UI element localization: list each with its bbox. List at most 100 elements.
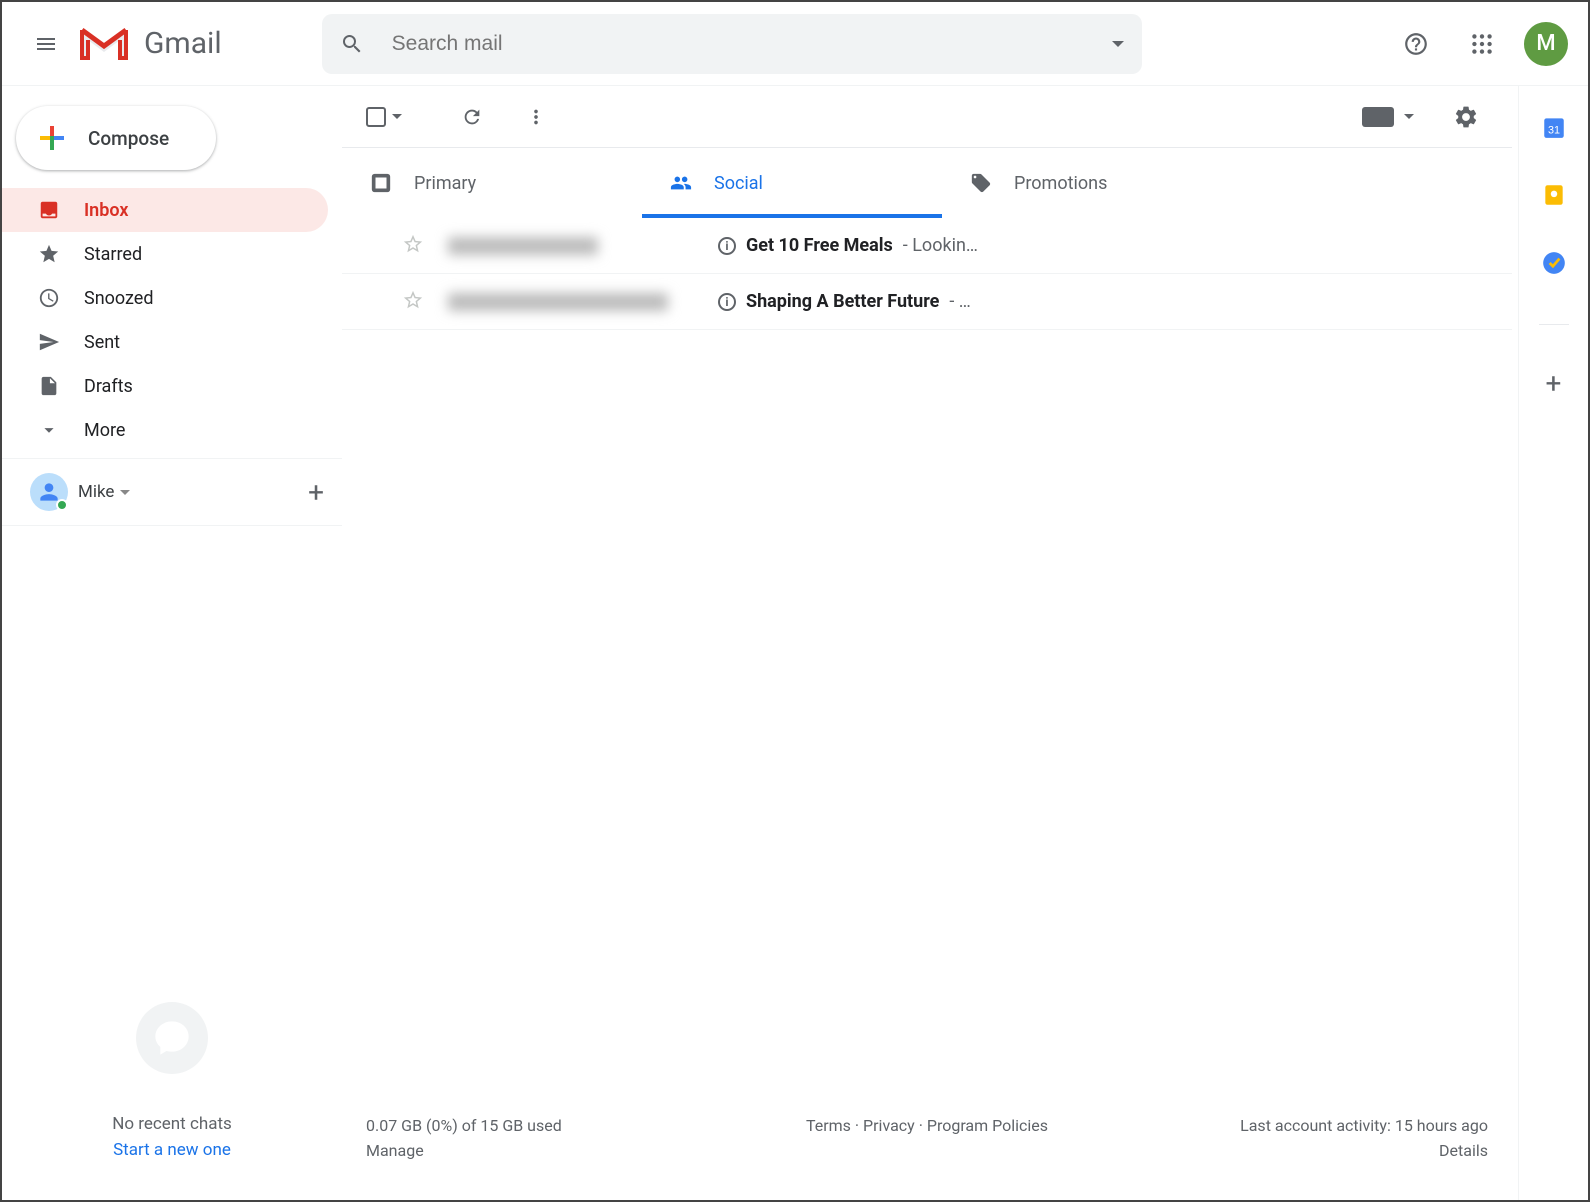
tab-label: Primary <box>414 173 476 194</box>
compose-button[interactable]: Compose <box>16 106 216 170</box>
hangouts-bubble-icon <box>136 1002 208 1074</box>
settings-button[interactable] <box>1444 95 1488 139</box>
help-icon <box>1403 31 1429 57</box>
account-avatar[interactable]: M <box>1524 22 1568 66</box>
footer: 0.07 GB (0%) of 15 GB used Manage Terms … <box>342 1096 1512 1200</box>
gmail-logo-text: Gmail <box>144 26 222 61</box>
sidebar: Compose Inbox Starred Snoozed Sent Draft… <box>2 86 342 1200</box>
details-link[interactable]: Details <box>1148 1141 1488 1160</box>
calendar-addon[interactable]: 31 <box>1541 114 1567 140</box>
new-conversation-button[interactable]: + <box>308 476 324 509</box>
send-icon <box>38 331 60 353</box>
main-content: Primary Social Promotions i Get 10 Free … <box>342 86 1518 1200</box>
email-subject-line: i Shaping A Better Future - … <box>718 291 971 312</box>
activity-text: Last account activity: 15 hours ago <box>1148 1116 1488 1135</box>
google-apps-button[interactable] <box>1458 20 1506 68</box>
nav-label: Drafts <box>84 376 133 397</box>
search-icon <box>340 32 364 56</box>
select-dropdown[interactable] <box>392 114 402 119</box>
hangouts-avatar[interactable] <box>30 473 68 511</box>
hangouts-username[interactable]: Mike <box>78 482 130 502</box>
no-chats-text: No recent chats <box>112 1114 232 1134</box>
tasks-icon <box>1541 250 1567 276</box>
input-tools-button[interactable] <box>1362 107 1414 127</box>
clock-icon <box>38 287 60 309</box>
search-input[interactable] <box>392 32 1100 56</box>
email-subject-line: i Get 10 Free Meals - Lookin… <box>718 235 978 256</box>
sidebar-item-snoozed[interactable]: Snoozed <box>2 276 328 320</box>
more-button[interactable] <box>514 95 558 139</box>
tasks-addon[interactable] <box>1541 250 1567 276</box>
hamburger-icon <box>34 32 58 56</box>
sidebar-item-sent[interactable]: Sent <box>2 320 328 364</box>
status-online-dot <box>56 499 68 511</box>
support-button[interactable] <box>1392 20 1440 68</box>
people-icon <box>670 172 692 194</box>
dropdown-icon <box>1404 114 1414 119</box>
info-icon: i <box>718 237 736 255</box>
rail-divider <box>1539 324 1569 325</box>
svg-text:31: 31 <box>1547 125 1559 137</box>
email-sender <box>448 237 718 255</box>
apps-grid-icon <box>1469 31 1495 57</box>
star-icon <box>38 243 60 265</box>
footer-links[interactable]: Terms · Privacy · Program Policies <box>706 1116 1148 1135</box>
sidebar-item-inbox[interactable]: Inbox <box>2 188 328 232</box>
search-options-dropdown[interactable] <box>1112 41 1124 47</box>
tab-label: Promotions <box>1014 173 1107 194</box>
email-list: i Get 10 Free Meals - Lookin… i Shaping … <box>342 218 1512 330</box>
toolbar <box>342 86 1512 148</box>
storage-text: 0.07 GB (0%) of 15 GB used <box>366 1116 706 1135</box>
header-right: M <box>1392 20 1568 68</box>
refresh-icon <box>461 106 483 128</box>
gmail-logo[interactable]: Gmail <box>78 24 222 64</box>
start-chat-link[interactable]: Start a new one <box>113 1140 231 1160</box>
chevron-down-icon <box>38 419 60 441</box>
get-addons-button[interactable]: + <box>1546 367 1562 400</box>
inbox-tab-icon <box>370 172 392 194</box>
gear-icon <box>1453 104 1479 130</box>
email-row[interactable]: i Get 10 Free Meals - Lookin… <box>342 218 1512 274</box>
keep-icon <box>1541 182 1567 208</box>
side-panel: 31 + <box>1518 86 1588 1200</box>
file-icon <box>38 375 60 397</box>
refresh-button[interactable] <box>450 95 494 139</box>
nav-label: Snoozed <box>84 288 154 309</box>
star-button[interactable] <box>402 289 424 315</box>
select-all-checkbox[interactable] <box>366 107 386 127</box>
nav-label: Inbox <box>84 200 128 221</box>
sidebar-item-more[interactable]: More <box>2 408 328 452</box>
keep-addon[interactable] <box>1541 182 1567 208</box>
sidebar-item-drafts[interactable]: Drafts <box>2 364 328 408</box>
tab-social[interactable]: Social <box>642 148 942 218</box>
star-button[interactable] <box>402 233 424 259</box>
main-menu-button[interactable] <box>22 20 70 68</box>
gmail-logo-icon <box>78 24 130 64</box>
star-outline-icon <box>402 289 424 311</box>
nav-label: Sent <box>84 332 120 353</box>
email-row[interactable]: i Shaping A Better Future - … <box>342 274 1512 330</box>
tab-promotions[interactable]: Promotions <box>942 148 1242 218</box>
sidebar-item-starred[interactable]: Starred <box>2 232 328 276</box>
app-header: Gmail M <box>2 2 1588 86</box>
tab-primary[interactable]: Primary <box>342 148 642 218</box>
dropdown-icon <box>120 490 130 495</box>
plus-icon <box>34 120 70 156</box>
calendar-icon: 31 <box>1541 114 1567 140</box>
star-outline-icon <box>402 233 424 255</box>
search-bar[interactable] <box>322 14 1142 74</box>
manage-storage-link[interactable]: Manage <box>366 1141 706 1160</box>
info-icon: i <box>718 293 736 311</box>
hangouts-empty-state: No recent chats Start a new one <box>2 525 342 1200</box>
compose-label: Compose <box>88 127 169 150</box>
category-tabs: Primary Social Promotions <box>342 148 1512 218</box>
email-sender <box>448 293 718 311</box>
tag-icon <box>970 172 992 194</box>
nav-label: Starred <box>84 244 142 265</box>
keyboard-icon <box>1362 107 1394 127</box>
inbox-icon <box>38 199 60 221</box>
tab-label: Social <box>714 173 763 194</box>
more-vert-icon <box>525 106 547 128</box>
nav-label: More <box>84 420 125 441</box>
hangouts-header: Mike + <box>2 458 342 525</box>
